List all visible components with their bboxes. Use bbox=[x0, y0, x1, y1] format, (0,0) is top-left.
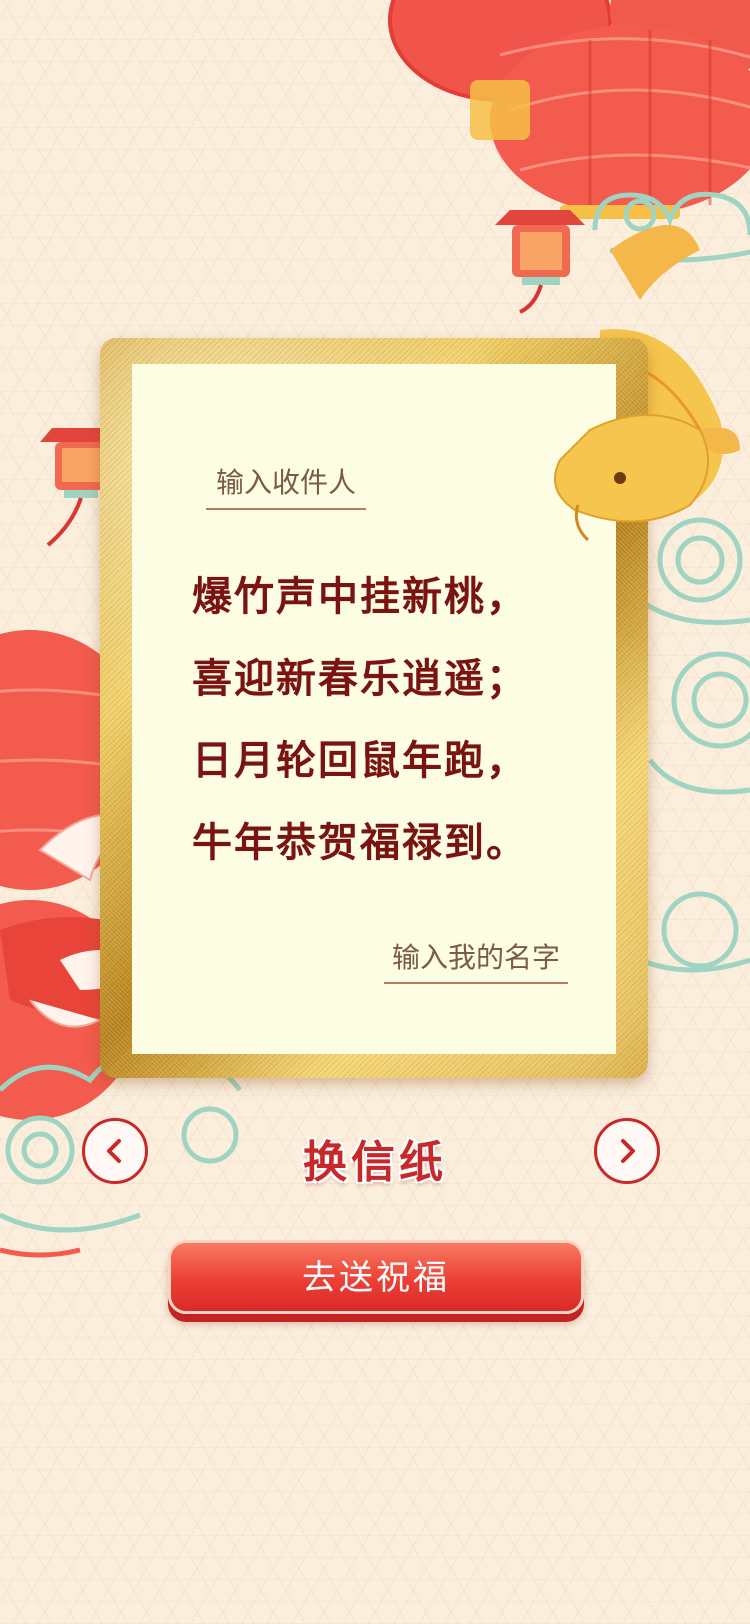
cloud-top-right bbox=[592, 191, 750, 263]
cloud-right bbox=[638, 517, 750, 973]
lantern-cluster-top-right bbox=[388, 0, 750, 219]
letter-paper: 输入收件人 爆竹声中挂新桃， 喜迎新春乐逍遥； 日月轮回鼠年跑， 牛年恭贺福禄到… bbox=[132, 364, 616, 1054]
send-blessing-button[interactable]: 去送祝福 bbox=[168, 1240, 584, 1314]
chevron-right-icon bbox=[621, 1139, 635, 1163]
poem-line: 牛年恭贺福禄到。 bbox=[192, 819, 528, 866]
poem-line: 爆竹声中挂新桃， bbox=[192, 573, 528, 620]
poem-line: 日月轮回鼠年跑， bbox=[192, 737, 528, 784]
letter-card: 输入收件人 爆竹声中挂新桃， 喜迎新春乐逍遥； 日月轮回鼠年跑， 牛年恭贺福禄到… bbox=[100, 338, 648, 1078]
change-paper-label: 换信纸 bbox=[303, 1137, 447, 1188]
small-lantern-right bbox=[495, 210, 585, 314]
prev-paper-button[interactable] bbox=[82, 1118, 148, 1184]
next-paper-button[interactable] bbox=[594, 1118, 660, 1184]
poem-line: 喜迎新春乐逍遥； bbox=[192, 655, 528, 702]
sender-name-input[interactable]: 输入我的名字 bbox=[384, 938, 568, 984]
chevron-left-icon bbox=[107, 1139, 121, 1163]
greeting-poem: 爆竹声中挂新桃， 喜迎新春乐逍遥； 日月轮回鼠年跑， 牛年恭贺福禄到。 bbox=[192, 556, 592, 884]
recipient-input[interactable]: 输入收件人 bbox=[206, 460, 366, 510]
